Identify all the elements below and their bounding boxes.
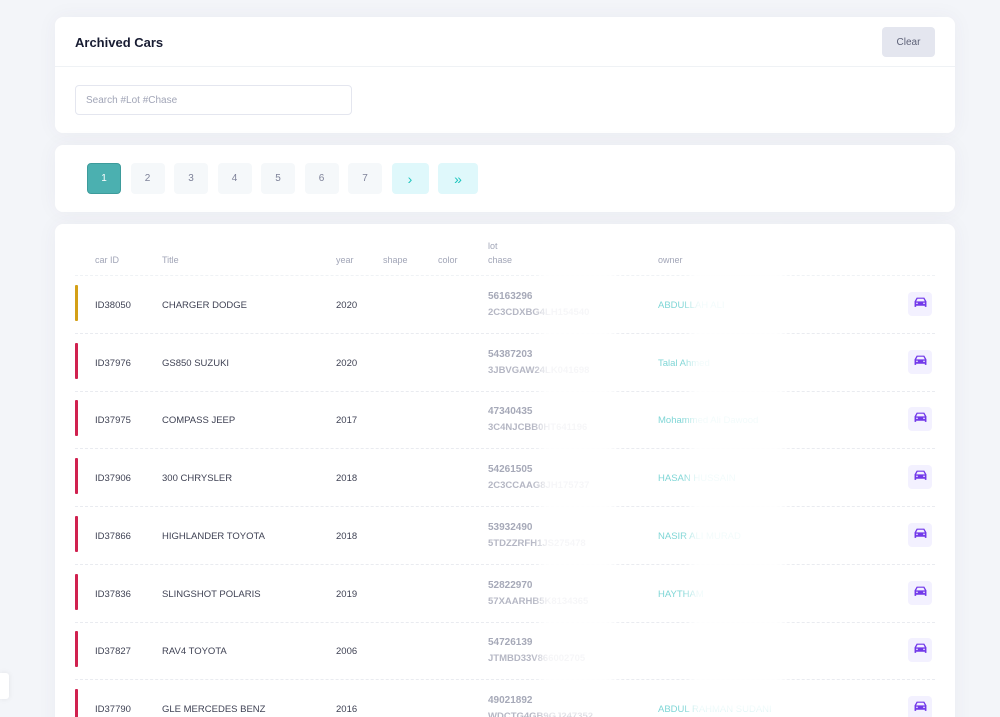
view-car-button[interactable] [908, 695, 932, 717]
chevron-right-icon: › [407, 170, 413, 187]
car-icon [914, 353, 927, 371]
lot-number: 54387203 [488, 348, 533, 360]
car-id: ID37976 [95, 357, 131, 369]
page-button-2[interactable]: 2 [130, 163, 165, 194]
car-icon [914, 526, 927, 544]
page-button-7[interactable]: 7 [348, 163, 382, 194]
car-icon [914, 468, 927, 486]
lot-number: 52822970 [488, 579, 533, 591]
column-header-lot: lot [488, 241, 498, 251]
column-header-car-id: car ID [95, 255, 120, 265]
car-title: COMPASS JEEP [162, 415, 236, 427]
page-button-5[interactable]: 5 [261, 163, 295, 194]
card-header: Archived Cars Clear [55, 17, 955, 67]
car-title: RAV4 TOYOTA [162, 646, 227, 658]
car-icon [914, 295, 927, 313]
car-id: ID37906 [95, 473, 131, 485]
view-car-button[interactable] [908, 292, 932, 316]
car-year: 2006 [336, 646, 358, 658]
page-title: Archived Cars [75, 35, 164, 50]
view-car-button[interactable] [908, 407, 932, 432]
lot-number: 49021892 [488, 694, 533, 706]
lot-number: 54726139 [488, 637, 533, 649]
car-year: 2020 [336, 357, 358, 369]
status-indicator [75, 515, 78, 552]
page-button-6[interactable]: 6 [304, 163, 339, 194]
car-id: ID37975 [95, 415, 131, 427]
double-chevron-right-icon: » [454, 170, 462, 187]
car-icon [914, 699, 927, 717]
status-indicator [75, 400, 78, 437]
table-row[interactable]: ID37866 HIGHLANDER TOYOTA 2018 53932490 5TDZ… [75, 507, 935, 565]
table-row[interactable]: ID37975 COMPASS JEEP 2017 47340435 3C4NJCBB0… [75, 391, 935, 450]
next-page-button[interactable]: › [391, 163, 429, 194]
car-title: 300 CHRYSLER [162, 473, 233, 485]
column-header-title: Title [162, 255, 179, 265]
table-row[interactable]: ID37827 RAV4 TOYOTA 2006 54726139 JTMBD33V86… [75, 622, 935, 681]
view-car-button[interactable] [908, 349, 932, 374]
header-card: Archived Cars Clear [55, 17, 955, 133]
blur-overlay [540, 230, 615, 717]
status-indicator [75, 631, 78, 668]
car-title: SLINGSHOT POLARIS [162, 588, 261, 600]
side-drawer-toggle[interactable] [0, 673, 9, 699]
car-year: 2019 [336, 588, 358, 600]
page-button-3[interactable]: 3 [174, 163, 208, 194]
car-year: 2018 [336, 530, 358, 542]
car-icon [914, 410, 927, 428]
page-button-1[interactable]: 1 [87, 163, 121, 194]
lot-number: 47340435 [488, 406, 533, 418]
car-year: 2016 [336, 703, 358, 715]
table-row[interactable]: ID37976 GS850 SUZUKI 2020 54387203 3JBVGAW24… [75, 334, 935, 392]
lot-number: 56163296 [488, 291, 533, 302]
lot-number: 54261505 [488, 464, 533, 476]
column-header-color: color [438, 255, 458, 265]
car-id: ID37827 [95, 646, 131, 658]
status-indicator [75, 342, 78, 379]
blur-overlay [690, 230, 785, 717]
car-id: ID37866 [95, 530, 131, 542]
view-car-button[interactable] [908, 465, 932, 490]
column-header-year: year [336, 255, 354, 265]
last-page-button[interactable]: » [438, 163, 478, 194]
car-id: ID38050 [95, 300, 131, 311]
pagination-card: 1 2 3 4 5 6 7 › » [55, 145, 955, 212]
table-row[interactable]: ID37790GLE MERCEDES BENZ201649021892WDCT… [75, 680, 935, 717]
car-title: GS850 SUZUKI [162, 357, 230, 369]
car-icon [914, 641, 927, 659]
table-row[interactable]: ID37836 SLINGSHOT POLARIS 2019 52822970 57XA… [75, 565, 935, 623]
page-button-4[interactable]: 4 [217, 163, 252, 194]
status-indicator [75, 285, 78, 321]
car-title: CHARGER DODGE [162, 300, 247, 311]
car-title: GLE MERCEDES BENZ [162, 703, 266, 715]
status-indicator [75, 688, 78, 717]
car-id: ID37836 [95, 588, 131, 600]
column-header-chase: chase [488, 255, 513, 265]
clear-button[interactable]: Clear [882, 27, 935, 57]
status-indicator [75, 458, 78, 495]
column-header-owner: owner [658, 255, 683, 265]
lot-number: 53932490 [488, 521, 533, 533]
view-car-button[interactable] [908, 580, 932, 605]
pagination: 1 2 3 4 5 6 7 › » [87, 163, 488, 194]
view-car-button[interactable] [908, 522, 932, 547]
status-indicator [75, 573, 78, 610]
search-input[interactable] [75, 85, 352, 115]
car-icon [914, 584, 927, 602]
table-row[interactable]: ID37906 300 CHRYSLER 2018 54261505 2C3CCAAG8… [75, 449, 935, 508]
car-year: 2020 [336, 300, 358, 311]
car-id: ID37790 [95, 703, 131, 715]
table-row[interactable]: ID38050 CHARGER DODGE 2020 56163296 2C3CDXBG… [75, 276, 935, 334]
car-title: HIGHLANDER TOYOTA [162, 530, 265, 542]
car-year: 2017 [336, 415, 358, 427]
cars-table: car ID Title year shape color lot chase … [55, 224, 955, 717]
view-car-button[interactable] [908, 638, 932, 663]
car-year: 2018 [336, 473, 358, 485]
column-header-shape: shape [383, 255, 408, 265]
